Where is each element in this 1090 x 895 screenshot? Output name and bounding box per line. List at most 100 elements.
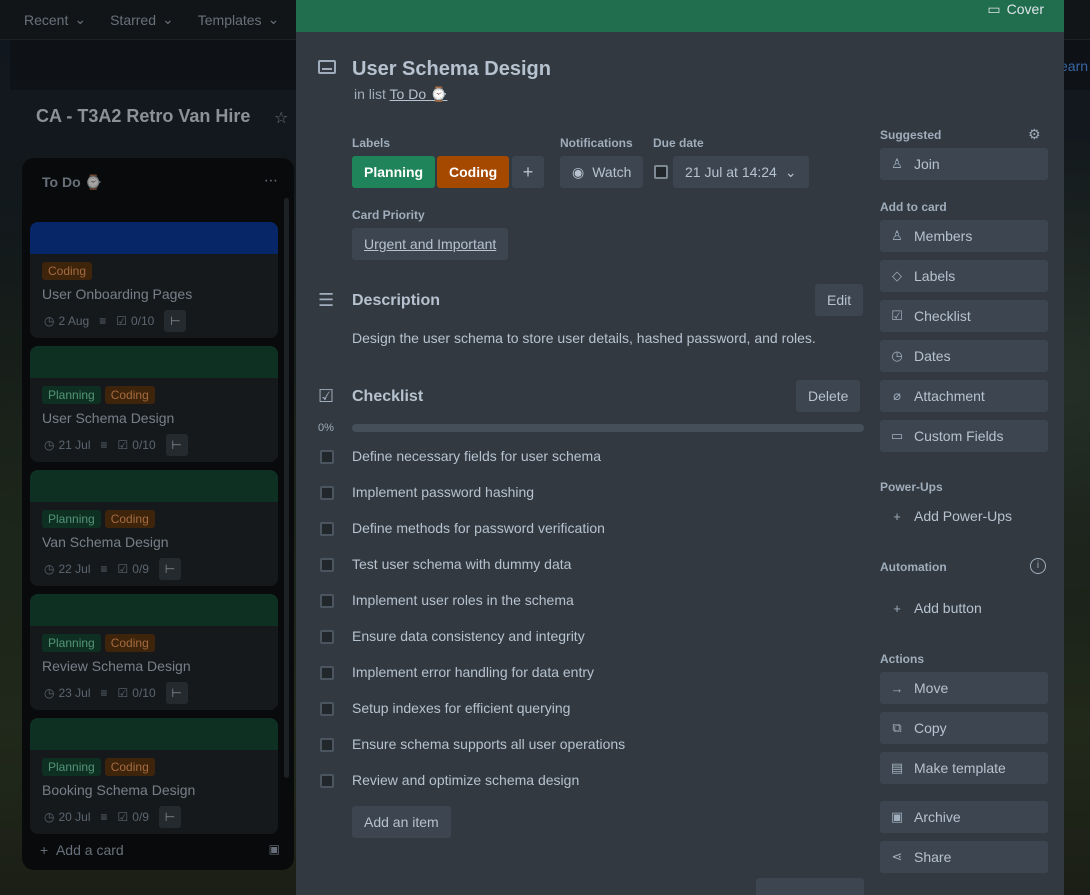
list-card[interactable]: Planning Coding Van Schema Design ◷ 22 Jul… [30,470,278,586]
share-button[interactable]: ⋖ Share [880,841,1048,873]
label-coding[interactable]: Coding [437,156,510,188]
labels-button[interactable]: ◇ Labels [880,260,1048,292]
card-label[interactable]: Planning [42,634,101,652]
card-cover [30,346,278,378]
dates-button[interactable]: ◷ Dates [880,340,1048,372]
checklist-item[interactable]: Define necessary fields for user schema [296,438,864,474]
list-card[interactable]: Planning Coding User Schema Design ◷ 21 Ju… [30,346,278,462]
checklist-item[interactable]: Implement error handling for data entry [296,654,864,690]
checklist-item-text[interactable]: Define methods for password verification [352,520,605,536]
checklist-item[interactable]: Test user schema with dummy data [296,546,864,582]
list-link[interactable]: To Do ⌚ [390,86,448,102]
list-title[interactable]: To Do ⌚ [42,174,102,191]
add-label-button[interactable]: + [512,156,544,188]
card-label[interactable]: Planning [42,510,101,528]
checklist-item-text[interactable]: Define necessary fields for user schema [352,448,601,464]
checklist-item-checkbox[interactable] [320,522,334,536]
checklist-item-checkbox[interactable] [320,738,334,752]
cover-button[interactable]: ▭ Cover [987,0,1044,18]
members-button[interactable]: ♙ Members [880,220,1048,252]
nav-starred[interactable]: Starred ⌄ [110,11,174,28]
checklist-item[interactable]: Setup indexes for efficient querying [296,690,864,726]
add-automation-button[interactable]: + Add button [880,592,1048,624]
checklist-heading[interactable]: Checklist [352,388,423,406]
template-badge-icon[interactable]: ⊢ [165,682,188,704]
description-text[interactable]: Design the user schema to store user det… [352,330,816,346]
card-due-date: 23 Jul [58,686,91,700]
settings-icon[interactable]: ⚙ [1028,126,1041,143]
list-scrollbar[interactable] [284,198,289,778]
template-icon[interactable]: ▣ [269,842,280,856]
board-title[interactable]: CA - T3A2 Retro Van Hire [36,106,250,127]
list-card[interactable]: Planning Coding Booking Schema Design ◷ 20… [30,718,278,834]
checklist-item-text[interactable]: Ensure data consistency and integrity [352,628,585,644]
move-button[interactable]: → Move [880,672,1048,704]
make-template-button[interactable]: ▤ Make template [880,752,1048,784]
watch-button[interactable]: ◉ Watch [560,156,644,188]
card-checklist-count: 0/10 [130,314,155,328]
button-label: Custom Fields [914,428,1004,444]
delete-checklist-button[interactable]: Delete [796,380,861,412]
custom-fields-button[interactable]: ▭ Custom Fields [880,420,1048,452]
checklist-item-checkbox[interactable] [320,594,334,608]
checklist-item[interactable]: Implement user roles in the schema [296,582,864,618]
card-label[interactable]: Planning [42,758,101,776]
card-title[interactable]: User Schema Design [352,58,551,81]
star-icon[interactable]: ☆ [274,108,288,128]
label-planning[interactable]: Planning [352,156,436,188]
checklist-item-text[interactable]: Test user schema with dummy data [352,556,571,572]
due-date-button[interactable]: 21 Jul at 14:24 ⌄ [673,156,809,188]
add-card-button[interactable]: + Add a card [40,842,124,858]
checklist-icon: ☑ [117,810,129,824]
attachment-button[interactable]: ⌀ Attachment [880,380,1048,412]
checklist-item-text[interactable]: Setup indexes for efficient querying [352,700,570,716]
checklist-item-text[interactable]: Ensure schema supports all user operatio… [352,736,625,752]
nav-templates[interactable]: Templates ⌄ [198,11,280,28]
checklist-item-text[interactable]: Implement user roles in the schema [352,592,574,608]
checklist-item[interactable]: Ensure schema supports all user operatio… [296,726,864,762]
more-icon[interactable]: ⋯ [264,172,278,189]
card-label[interactable]: Coding [104,386,155,404]
checklist-item-checkbox[interactable] [320,486,334,500]
info-icon[interactable]: i [1030,558,1046,574]
checklist-item[interactable]: Ensure data consistency and integrity [296,618,864,654]
card-labels: Planning Coding [30,378,278,404]
nav-recent[interactable]: Recent ⌄ [24,11,86,28]
checklist-item-text[interactable]: Implement password hashing [352,484,534,500]
checklist-item-checkbox[interactable] [320,558,334,572]
card-label[interactable]: Coding [104,510,155,528]
checklist-item[interactable]: Review and optimize schema design [296,762,864,798]
template-badge-icon[interactable]: ⊢ [164,310,187,332]
archive-button[interactable]: ▣ Archive [880,801,1048,833]
card-priority-value[interactable]: Urgent and Important [352,228,509,260]
template-badge-icon[interactable]: ⊢ [165,434,188,456]
add-checklist-item-button[interactable]: Add an item [352,806,451,838]
checklist-item[interactable]: Implement password hashing [296,474,864,510]
checklist-item-text[interactable]: Implement error handling for data entry [352,664,594,680]
card-label[interactable]: Coding [104,758,155,776]
card-label[interactable]: Planning [42,386,101,404]
join-button[interactable]: ♙ Join [880,148,1048,180]
checklist-item-checkbox[interactable] [320,702,334,716]
template-badge-icon[interactable]: ⊢ [158,806,181,828]
checklist-item-checkbox[interactable] [320,450,334,464]
template-badge-icon[interactable]: ⊢ [158,558,181,580]
partial-button[interactable] [756,878,864,895]
description-icon: ≡ [99,314,107,328]
copy-button[interactable]: ⧉ Copy [880,712,1048,744]
card-label[interactable]: Coding [104,634,155,652]
checklist-item-checkbox[interactable] [320,630,334,644]
edit-description-button[interactable]: Edit [815,284,864,316]
card-label[interactable]: Coding [42,262,93,280]
list-card[interactable]: Coding User Onboarding Pages ◷ 2 Aug ≡ ☑ … [30,222,278,338]
checklist-item-checkbox[interactable] [320,774,334,788]
learn-link[interactable]: earn [1060,58,1088,74]
due-date-checkbox[interactable] [654,165,668,179]
checklist-item-checkbox[interactable] [320,666,334,680]
add-power-ups-button[interactable]: + Add Power-Ups [880,500,1048,532]
list-card[interactable]: Planning Coding Review Schema Design ◷ 23 … [30,594,278,710]
plus-icon: + [893,508,901,524]
checklist-item[interactable]: Define methods for password verification [296,510,864,546]
checklist-item-text[interactable]: Review and optimize schema design [352,772,579,788]
checklist-button[interactable]: ☑ Checklist [880,300,1048,332]
